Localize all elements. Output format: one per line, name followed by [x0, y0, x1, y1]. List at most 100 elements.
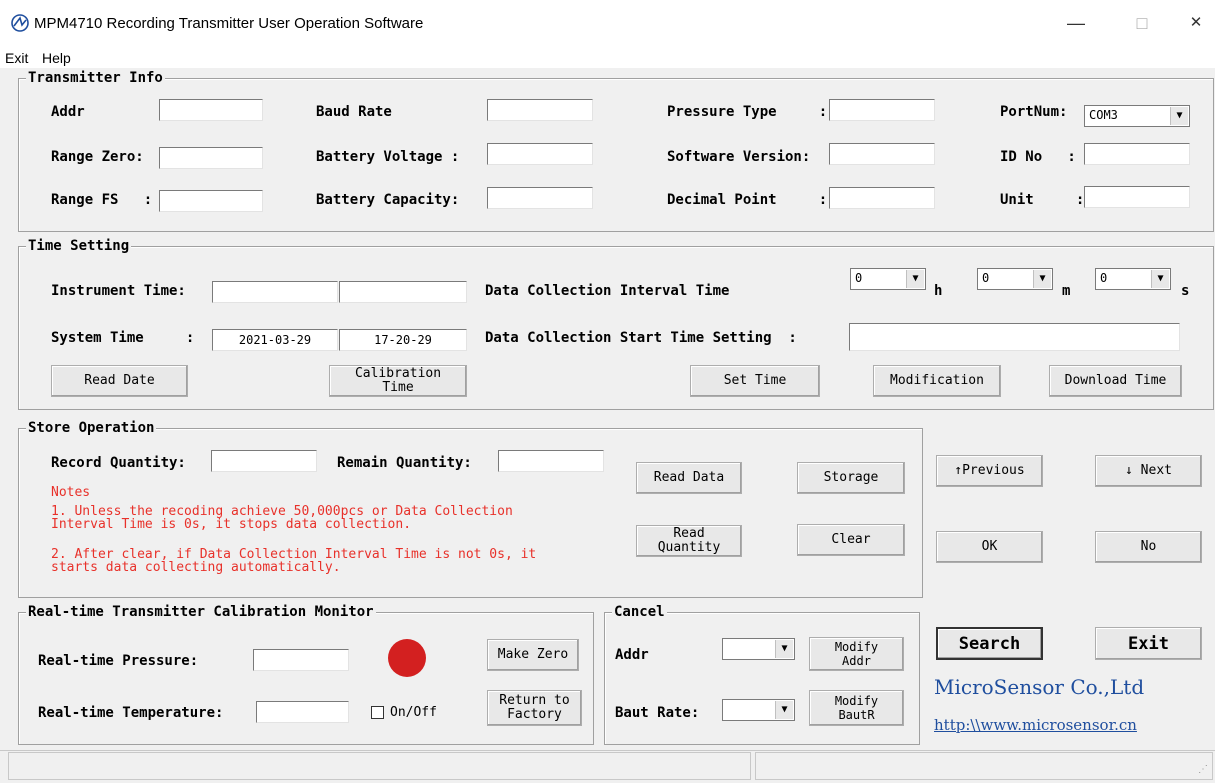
download-time-button[interactable]: Download Time — [1049, 365, 1182, 397]
ok-button[interactable]: OK — [936, 531, 1043, 563]
pressure-type-field[interactable] — [829, 99, 935, 121]
id-no-field[interactable] — [1084, 143, 1190, 165]
battery-voltage-label: Battery Voltage : — [316, 149, 460, 165]
note-2: 2. After clear, if Data Collection Inter… — [51, 547, 537, 575]
interval-minutes-value: 0 — [982, 271, 990, 285]
instrument-time-field[interactable] — [339, 281, 467, 303]
addr-field[interactable] — [159, 99, 263, 121]
menu-bar — [0, 46, 1215, 68]
set-time-button[interactable]: Set Time — [690, 365, 820, 397]
window-title: MPM4710 Recording Transmitter User Opera… — [34, 15, 424, 32]
instrument-time-label: Instrument Time: — [51, 283, 186, 299]
range-fs-label: Range FS : — [51, 192, 153, 208]
calibration-time-button[interactable]: Calibration Time — [329, 365, 467, 397]
storage-button[interactable]: Storage — [797, 462, 905, 494]
start-time-field[interactable] — [849, 323, 1180, 351]
minimize-button[interactable]: — — [1056, 10, 1096, 36]
software-version-field[interactable] — [829, 143, 935, 165]
time-setting-legend: Time Setting — [26, 238, 132, 254]
chevron-down-icon[interactable]: ▼ — [1151, 270, 1169, 288]
battery-capacity-field[interactable] — [487, 187, 593, 209]
record-quantity-label: Record Quantity: — [51, 455, 186, 471]
store-operation-legend: Store Operation — [26, 420, 157, 436]
instrument-date-field[interactable] — [212, 281, 338, 303]
unit-label: Unit : — [1000, 192, 1085, 208]
exit-button[interactable]: Exit — [1095, 627, 1202, 660]
close-button[interactable]: ✕ — [1176, 10, 1215, 36]
chevron-down-icon[interactable]: ▼ — [1170, 107, 1188, 125]
read-data-button[interactable]: Read Data — [636, 462, 742, 494]
realtime-temperature-field[interactable] — [256, 701, 349, 723]
company-url-link[interactable]: http:\\www.microsensor.cn — [934, 716, 1137, 734]
cancel-addr-label: Addr — [615, 647, 649, 663]
decimal-point-label: Decimal Point : — [667, 192, 828, 208]
chevron-down-icon[interactable]: ▼ — [775, 701, 793, 719]
maximize-button[interactable]: □ — [1122, 10, 1162, 36]
system-time-field[interactable]: 17-20-29 — [339, 329, 467, 351]
status-indicator-icon — [388, 639, 426, 677]
record-quantity-field[interactable] — [211, 450, 317, 472]
baut-rate-select[interactable]: ▼ — [722, 699, 795, 721]
chevron-down-icon[interactable]: ▼ — [1033, 270, 1051, 288]
modify-bautr-button[interactable]: Modify BautR — [809, 690, 904, 726]
onoff-checkbox[interactable] — [371, 706, 384, 719]
baut-rate-label: Baut Rate: — [615, 705, 700, 721]
battery-voltage-field[interactable] — [487, 143, 593, 165]
cancel-addr-select[interactable]: ▼ — [722, 638, 795, 660]
system-time-label: System Time : — [51, 330, 195, 346]
menu-exit[interactable]: Exit — [5, 50, 28, 66]
realtime-pressure-label: Real-time Pressure: — [38, 653, 199, 669]
company-name: MicroSensor Co.,Ltd — [934, 675, 1145, 699]
modification-button[interactable]: Modification — [873, 365, 1001, 397]
seconds-unit: s — [1181, 283, 1190, 299]
interval-seconds-value: 0 — [1100, 271, 1108, 285]
resize-grip-icon[interactable]: ⋰ — [1198, 764, 1212, 778]
next-button[interactable]: ↓ Next — [1095, 455, 1202, 487]
baud-rate-field[interactable] — [487, 99, 593, 121]
interval-minutes-select[interactable]: 0 ▼ — [977, 268, 1053, 290]
transmitter-info-legend: Transmitter Info — [26, 70, 165, 86]
system-date-field[interactable]: 2021-03-29 — [212, 329, 338, 351]
status-panel-left — [8, 752, 751, 780]
portnum-value: COM3 — [1089, 108, 1118, 122]
clear-button[interactable]: Clear — [797, 524, 905, 556]
decimal-point-field[interactable] — [829, 187, 935, 209]
range-zero-label: Range Zero: — [51, 149, 144, 165]
return-factory-button[interactable]: Return to Factory — [487, 690, 582, 726]
make-zero-button[interactable]: Make Zero — [487, 639, 579, 671]
read-date-button[interactable]: Read Date — [51, 365, 188, 397]
realtime-temperature-label: Real-time Temperature: — [38, 705, 224, 721]
remain-quantity-field[interactable] — [498, 450, 604, 472]
modify-addr-button[interactable]: Modify Addr — [809, 637, 904, 671]
realtime-pressure-field[interactable] — [253, 649, 349, 671]
interval-hours-value: 0 — [855, 271, 863, 285]
range-zero-field[interactable] — [159, 147, 263, 169]
cancel-legend: Cancel — [612, 604, 667, 620]
no-button[interactable]: No — [1095, 531, 1202, 563]
range-fs-field[interactable] — [159, 190, 263, 212]
read-quantity-button[interactable]: Read Quantity — [636, 525, 742, 557]
previous-button[interactable]: ↑Previous — [936, 455, 1043, 487]
remain-quantity-label: Remain Quantity: — [337, 455, 472, 471]
notes-title: Notes — [51, 485, 91, 500]
pressure-type-label: Pressure Type : — [667, 104, 828, 120]
status-panel-right — [755, 752, 1213, 780]
addr-label: Addr : — [51, 104, 170, 120]
calibration-monitor-legend: Real-time Transmitter Calibration Monito… — [26, 604, 376, 620]
minutes-unit: m — [1062, 283, 1071, 299]
chevron-down-icon[interactable]: ▼ — [775, 640, 793, 658]
search-button[interactable]: Search — [936, 627, 1043, 660]
unit-field[interactable] — [1084, 186, 1190, 208]
note-1: 1. Unless the recoding achieve 50,000pcs… — [51, 504, 513, 532]
chevron-down-icon[interactable]: ▼ — [906, 270, 924, 288]
software-version-label: Software Version: — [667, 149, 811, 165]
hours-unit: h — [934, 283, 943, 299]
app-logo-icon — [11, 14, 29, 32]
menu-help[interactable]: Help — [42, 50, 71, 66]
portnum-select[interactable]: COM3 ▼ — [1084, 105, 1190, 127]
portnum-label: PortNum: — [1000, 104, 1068, 120]
interval-seconds-select[interactable]: 0 ▼ — [1095, 268, 1171, 290]
interval-label: Data Collection Interval Time — [485, 283, 730, 299]
interval-hours-select[interactable]: 0 ▼ — [850, 268, 926, 290]
battery-capacity-label: Battery Capacity: — [316, 192, 460, 208]
